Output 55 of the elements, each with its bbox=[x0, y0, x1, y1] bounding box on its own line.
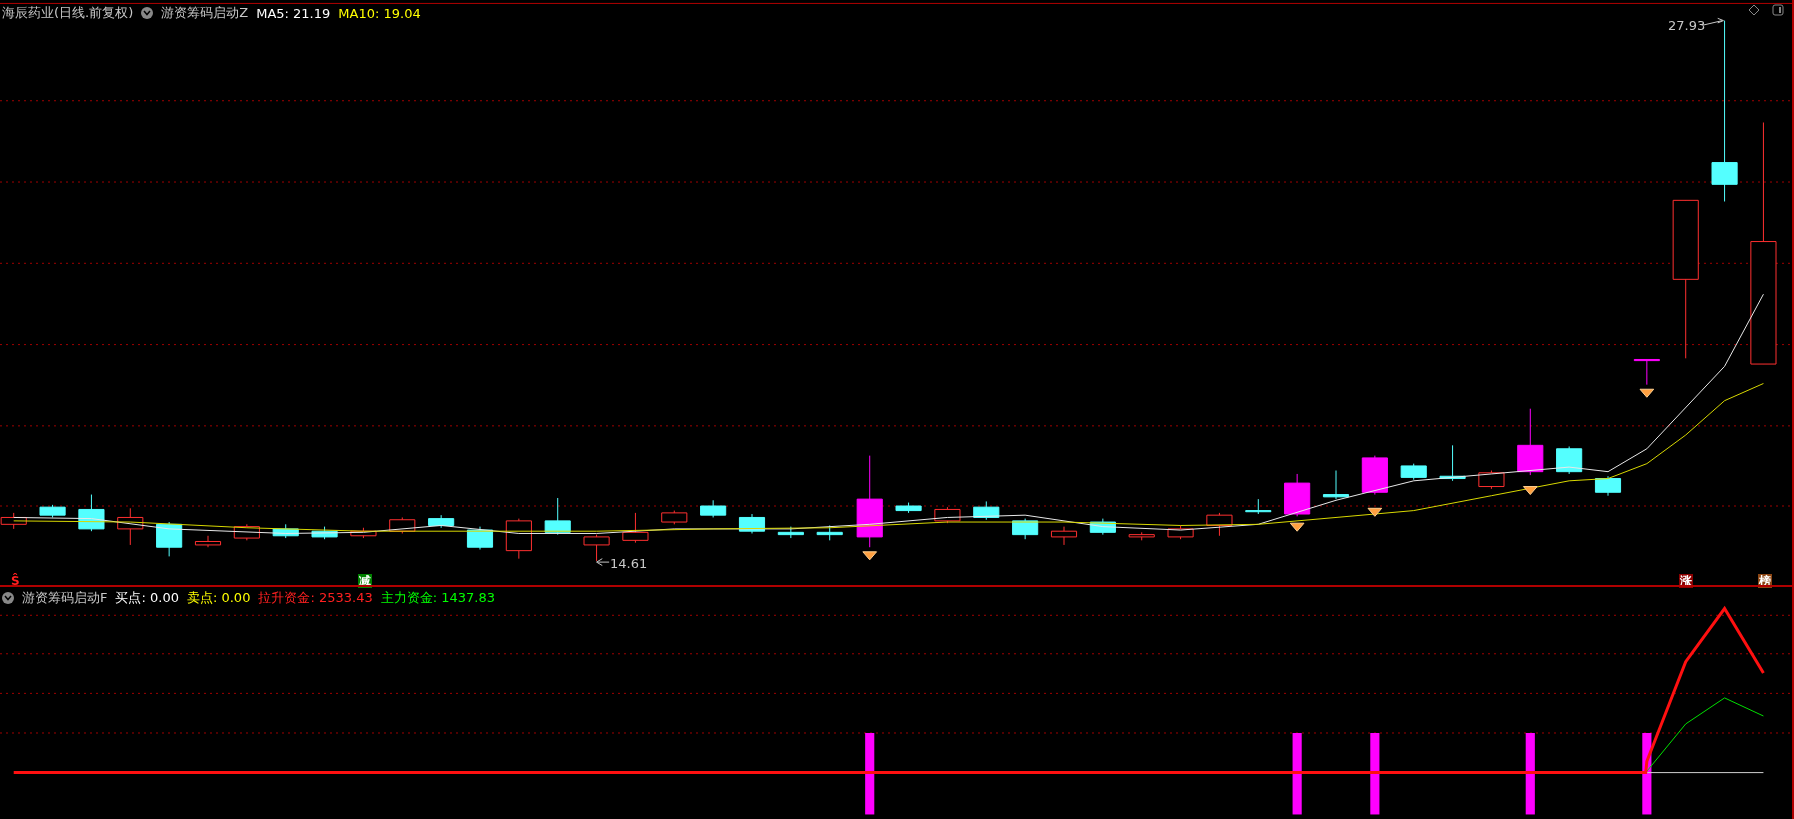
candlestick bbox=[466, 526, 494, 550]
candlestick bbox=[1206, 512, 1233, 537]
candlestick bbox=[583, 534, 610, 562]
signal-mark: Ŝ bbox=[10, 574, 21, 588]
legend-text: 游资筹码启动F bbox=[22, 589, 108, 607]
candlestick bbox=[1400, 463, 1427, 481]
candlestick bbox=[895, 502, 922, 514]
legend-text: 卖点: 0.00 bbox=[186, 589, 251, 607]
candlestick bbox=[428, 514, 455, 529]
legend-text: MA5: 21.19 bbox=[256, 5, 331, 21]
candlestick bbox=[544, 497, 571, 536]
dropdown-icon[interactable] bbox=[2, 592, 14, 604]
panel-icon[interactable] bbox=[1772, 4, 1784, 16]
candlestick bbox=[1245, 498, 1272, 515]
dropdown-icon[interactable] bbox=[141, 7, 154, 19]
legend-text: 买点: 0.00 bbox=[115, 589, 179, 607]
legend-text: 主力资金: 1437.83 bbox=[380, 589, 495, 607]
candlestick bbox=[1633, 358, 1660, 386]
candlestick bbox=[117, 507, 144, 546]
candlestick bbox=[934, 506, 961, 524]
candlestick bbox=[1594, 475, 1622, 497]
candlestick bbox=[1050, 526, 1078, 546]
candlestick bbox=[156, 521, 183, 557]
candlestick bbox=[1284, 473, 1311, 517]
candlestick bbox=[1517, 408, 1544, 476]
legend-text: MA10: 19.04 bbox=[338, 5, 421, 21]
candlestick bbox=[1361, 455, 1388, 496]
candlestick bbox=[350, 527, 377, 539]
legend-text: 拉升资金: 2533.43 bbox=[258, 589, 373, 607]
candlestick bbox=[973, 500, 1000, 521]
candlestick bbox=[1478, 470, 1505, 490]
arrow-icon bbox=[596, 558, 610, 567]
price-label: 27.93 bbox=[1668, 18, 1706, 33]
candlestick bbox=[1012, 518, 1039, 540]
candlestick bbox=[1322, 470, 1350, 500]
chart-title: 海辰药业(日线.前复权) bbox=[2, 4, 134, 22]
legend-text: 游资筹码启动Z bbox=[161, 4, 249, 22]
candlestick bbox=[816, 524, 843, 541]
candlestick bbox=[1167, 524, 1194, 540]
candlestick bbox=[39, 504, 66, 518]
candlestick bbox=[1089, 518, 1116, 536]
price-label: 14.61 bbox=[610, 556, 648, 571]
candlestick bbox=[272, 523, 299, 539]
candlestick bbox=[311, 526, 338, 540]
candlestick bbox=[622, 512, 649, 544]
candlestick bbox=[233, 523, 260, 541]
candlestick bbox=[700, 499, 727, 518]
candlestick bbox=[1439, 444, 1466, 482]
candlestick bbox=[194, 535, 222, 548]
candlestick bbox=[1556, 446, 1583, 475]
candlestick bbox=[661, 510, 688, 525]
candlestick bbox=[78, 494, 105, 532]
candlestick bbox=[389, 516, 416, 534]
candlestick bbox=[505, 518, 532, 560]
candlestick bbox=[738, 513, 766, 534]
